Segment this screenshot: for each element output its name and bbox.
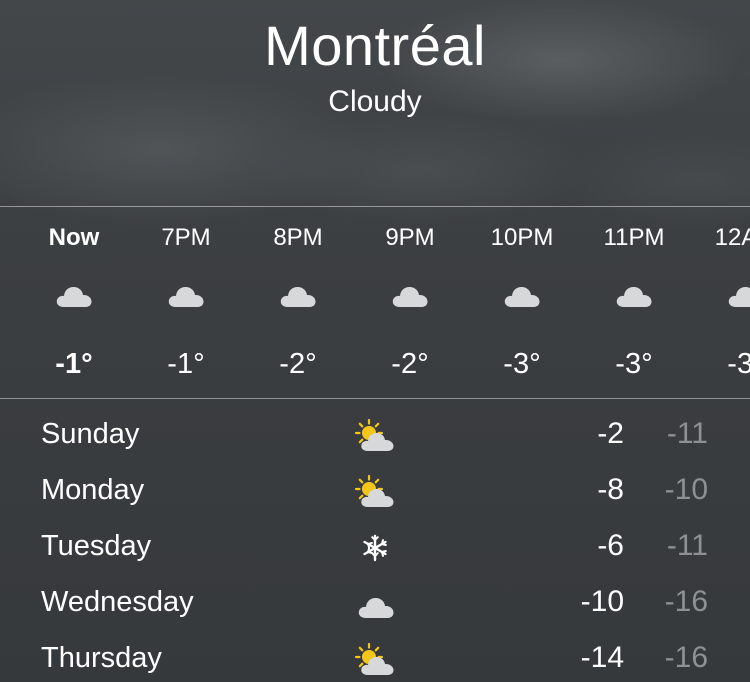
daily-row[interactable]: Wednesday -10 -16 <box>0 574 750 630</box>
weather-screen: Montréal Cloudy Now -1° 7PM -1° 8PM -2° 9PM -2°… <box>0 0 750 682</box>
city-name: Montréal <box>264 14 486 77</box>
hourly-time: Now <box>48 224 100 251</box>
cloud-icon <box>503 281 541 309</box>
hourly-time: 12AM <box>714 224 750 251</box>
low-temperature: -16 <box>664 585 708 618</box>
hourly-temperature: -3° <box>503 348 541 380</box>
partly-sunny-icon <box>352 642 398 678</box>
cloud-icon <box>615 281 653 309</box>
hourly-temperature: -1° <box>55 348 93 380</box>
low-temperature: -10 <box>664 473 708 506</box>
cloud-icon <box>727 281 750 309</box>
hourly-temperature: -3° <box>615 348 653 380</box>
daily-row[interactable]: Tuesday -6 -11 <box>0 518 750 574</box>
hourly-item: 10PM -3° <box>472 207 572 397</box>
high-temperature: -2 <box>597 417 624 450</box>
hourly-temperature: -2° <box>391 348 429 380</box>
high-temperature: -6 <box>597 529 624 562</box>
high-temperature: -8 <box>597 473 624 506</box>
low-temperature: -11 <box>666 417 708 450</box>
hourly-time: 7PM <box>161 224 211 251</box>
hourly-time: 9PM <box>385 224 435 251</box>
hourly-item: 11PM -3° <box>584 207 684 397</box>
low-temperature: -11 <box>666 529 708 562</box>
daily-row[interactable]: Thursday -14 -16 <box>0 630 750 682</box>
hourly-item: Now -1° <box>24 207 124 397</box>
hourly-time: 10PM <box>490 224 554 251</box>
hourly-time: 8PM <box>273 224 323 251</box>
day-name: Monday <box>41 474 145 506</box>
snowflake-icon <box>352 530 398 566</box>
high-temperature: -14 <box>580 641 624 674</box>
hourly-temperature: -3° <box>727 348 750 380</box>
daily-row[interactable]: Monday -8 -10 <box>0 462 750 518</box>
cloud-icon <box>55 281 93 309</box>
day-name: Thursday <box>41 642 162 674</box>
hourly-item: 9PM -2° <box>360 207 460 397</box>
hourly-item: 7PM -1° <box>136 207 236 397</box>
hourly-temperature: -1° <box>167 348 205 380</box>
high-temperature: -10 <box>580 585 624 618</box>
hourly-bottom-divider <box>0 398 750 399</box>
hourly-forecast-strip[interactable]: Now -1° 7PM -1° 8PM -2° 9PM -2° 10PM -3° 11PM -3° 12… <box>0 207 750 397</box>
day-name: Wednesday <box>41 586 194 618</box>
current-condition: Cloudy <box>328 85 422 118</box>
hourly-item: 8PM -2° <box>248 207 348 397</box>
hourly-temperature: -2° <box>279 348 317 380</box>
partly-sunny-icon <box>352 474 398 510</box>
partly-sunny-icon <box>352 418 398 454</box>
day-name: Sunday <box>41 418 140 450</box>
cloud-icon <box>167 281 205 309</box>
cloud-icon <box>391 281 429 309</box>
daily-row[interactable]: Sunday -2 -11 <box>0 406 750 462</box>
hourly-time: 11PM <box>603 224 665 251</box>
low-temperature: -16 <box>664 641 708 674</box>
cloud-icon <box>352 586 398 622</box>
location-header: Montréal Cloudy <box>0 0 750 206</box>
cloud-icon <box>279 281 317 309</box>
hourly-item: 12AM -3° <box>696 207 750 397</box>
day-name: Tuesday <box>41 530 152 562</box>
